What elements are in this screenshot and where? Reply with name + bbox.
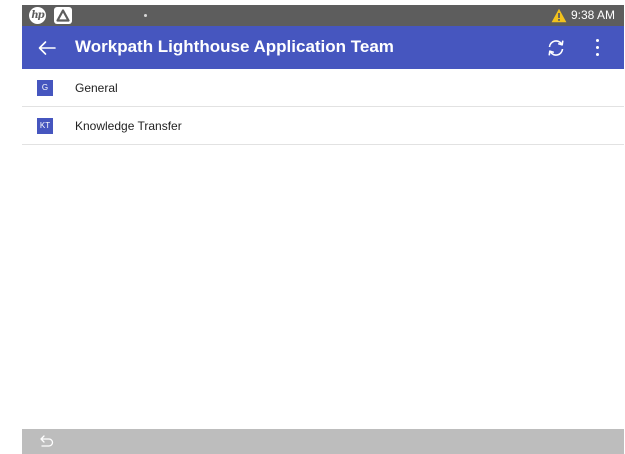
channel-list: G General KT Knowledge Transfer — [22, 69, 624, 145]
hp-logo: hp — [29, 7, 46, 24]
navigation-bar — [22, 429, 624, 454]
channel-avatar: KT — [37, 118, 53, 134]
status-bar: hp 9:38 AM — [22, 5, 624, 26]
notification-dot-icon — [144, 14, 147, 17]
system-back-icon — [40, 435, 54, 447]
more-options-button[interactable] — [588, 34, 608, 62]
channel-name: General — [75, 81, 118, 95]
back-button[interactable] — [31, 32, 63, 64]
channel-avatar: G — [37, 80, 53, 96]
page-title: Workpath Lighthouse Application Team — [75, 37, 394, 56]
channel-name: Knowledge Transfer — [75, 119, 182, 133]
device-screen: hp 9:38 AM Workpath Lighthouse Applicati… — [22, 5, 624, 454]
refresh-button[interactable] — [542, 34, 570, 62]
system-back-button[interactable] — [36, 432, 58, 451]
warning-icon — [551, 8, 567, 23]
list-item[interactable]: KT Knowledge Transfer — [22, 107, 624, 145]
refresh-icon — [548, 40, 564, 56]
status-time: 9:38 AM — [571, 8, 616, 22]
app-badge-icon — [54, 7, 72, 24]
back-arrow-icon — [38, 41, 56, 55]
app-bar: Workpath Lighthouse Application Team — [22, 26, 624, 69]
list-item[interactable]: G General — [22, 69, 624, 107]
more-vert-icon — [596, 39, 599, 42]
